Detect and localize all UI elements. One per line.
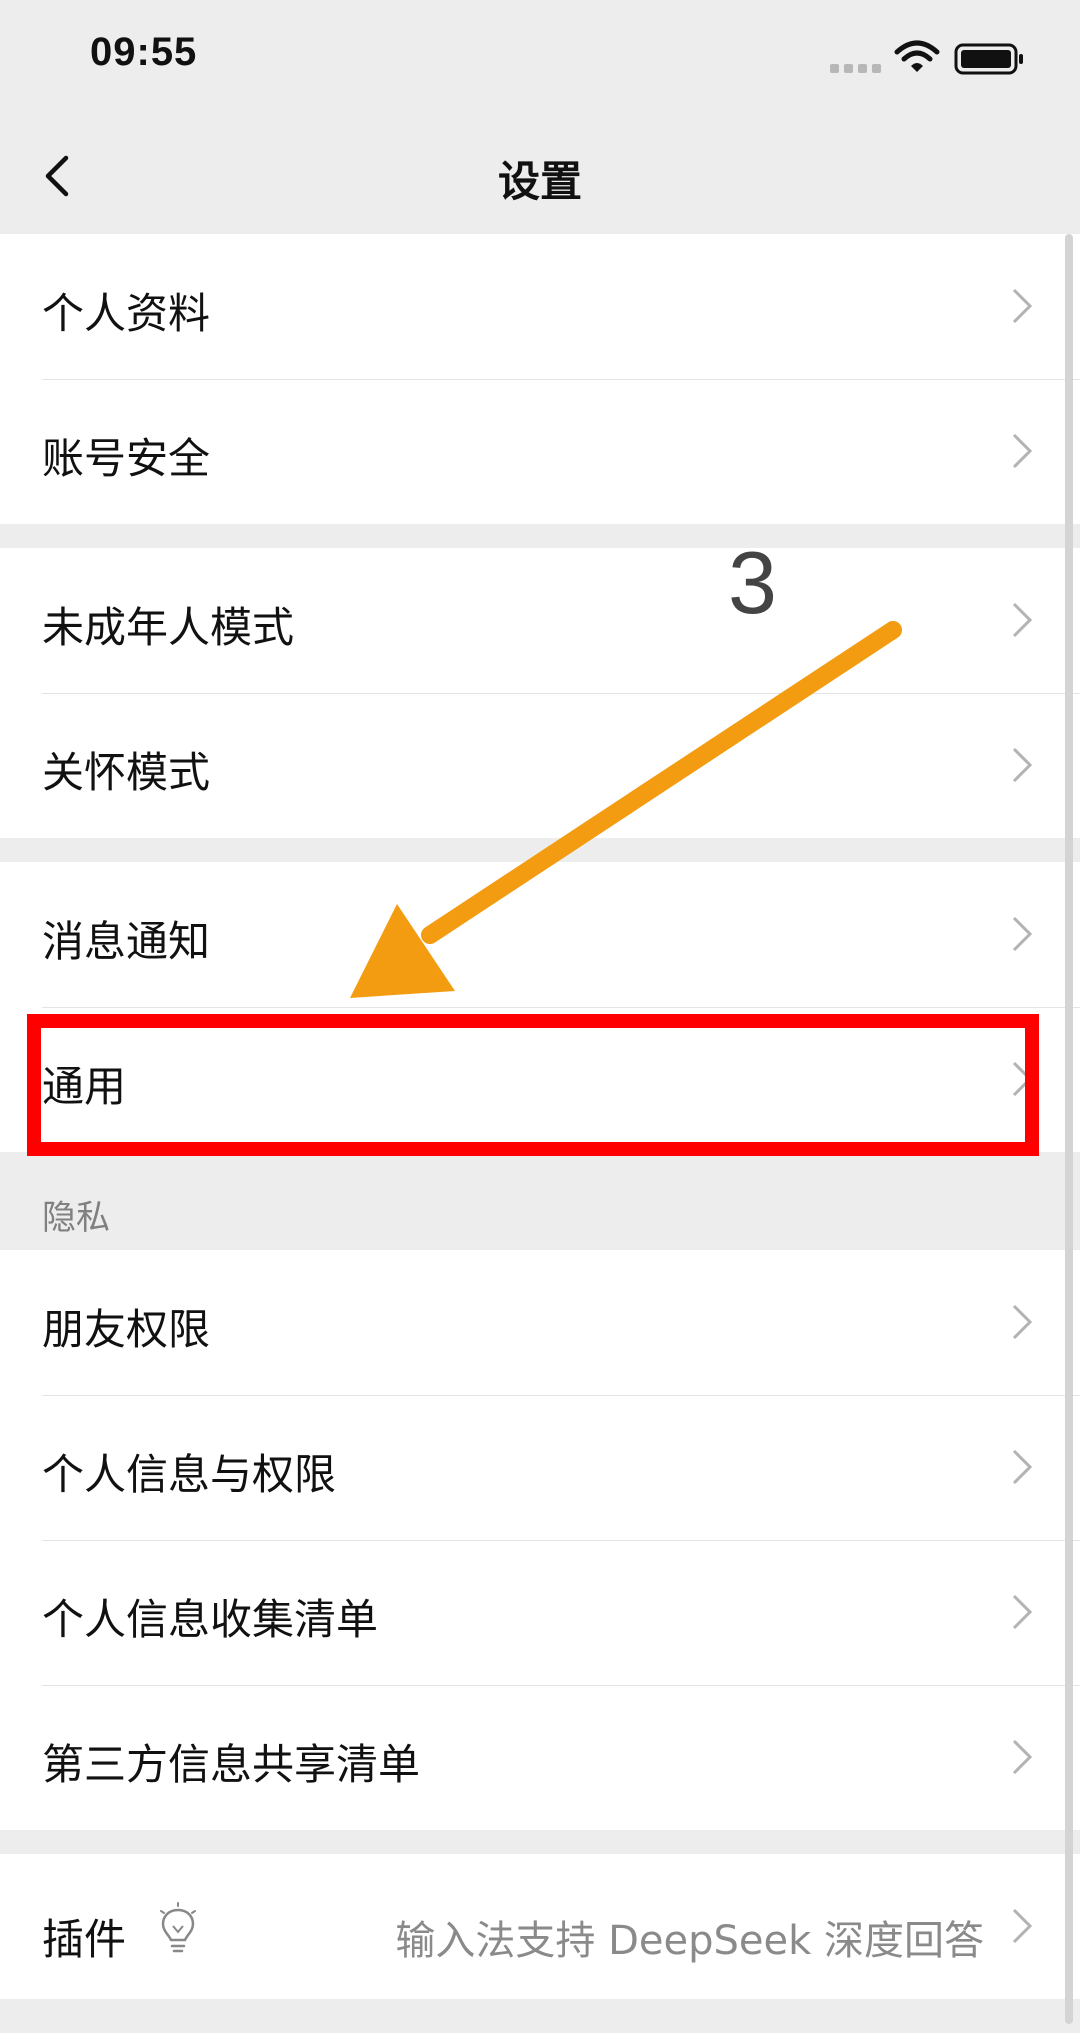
settings-item-third-party-sharing-list[interactable]: 第三方信息共享清单 [0, 1685, 1080, 1830]
battery-icon [954, 43, 1023, 75]
annotation-step-number: 3 [728, 533, 777, 632]
scrollbar[interactable] [1065, 234, 1073, 2024]
chevron-right-icon [1012, 1449, 1033, 1485]
settings-item-label: 账号安全 [42, 434, 211, 483]
settings-item-label: 个人信息与权限 [42, 1450, 337, 1499]
settings-item-label: 个人资料 [42, 289, 211, 338]
chevron-right-icon [1012, 1304, 1033, 1340]
group-notifications: 消息通知 通用 [0, 862, 1080, 1152]
chevron-right-icon [1012, 433, 1033, 469]
settings-item-personal-info-permissions[interactable]: 个人信息与权限 [0, 1395, 1080, 1540]
chevron-right-icon [1012, 916, 1033, 952]
settings-list: 个人资料 账号安全 未成年人模式 关怀模式 消息通知 通用 隐私 朋友权限 个人… [0, 234, 1080, 1999]
settings-item-label: 朋友权限 [42, 1305, 211, 1354]
lightbulb-icon [160, 1902, 196, 1953]
settings-item-plugins[interactable]: 插件 输入法支持 DeepSeek 深度回答 [0, 1854, 1080, 1999]
plugin-value: 输入法支持 DeepSeek 深度回答 [395, 1918, 984, 1964]
chevron-right-icon [1012, 1594, 1033, 1630]
settings-item-label: 消息通知 [42, 917, 211, 966]
chevron-right-icon [1012, 1739, 1033, 1775]
signal-dots-icon [830, 64, 882, 74]
settings-item-info-collection-list[interactable]: 个人信息收集清单 [0, 1540, 1080, 1685]
section-title: 隐私 [42, 1198, 110, 1238]
group-plugins: 插件 输入法支持 DeepSeek 深度回答 [0, 1854, 1080, 1999]
chevron-right-icon [1012, 288, 1033, 324]
wifi-icon [894, 40, 940, 72]
nav-bar: 设置 [0, 118, 1080, 234]
chevron-right-icon [1012, 1061, 1033, 1097]
settings-item-friend-permissions[interactable]: 朋友权限 [0, 1250, 1080, 1395]
status-time: 09:55 [90, 30, 198, 74]
settings-item-label: 第三方信息共享清单 [42, 1740, 421, 1789]
settings-item-label: 通用 [42, 1062, 127, 1111]
settings-item-profile[interactable]: 个人资料 [0, 234, 1080, 379]
settings-item-label: 关怀模式 [42, 748, 211, 797]
status-bar: 09:55 [0, 0, 1080, 118]
page-title: 设置 [497, 157, 582, 206]
settings-item-care-mode[interactable]: 关怀模式 [0, 693, 1080, 838]
settings-item-label: 个人信息收集清单 [42, 1595, 379, 1644]
group-privacy: 朋友权限 个人信息与权限 个人信息收集清单 第三方信息共享清单 [0, 1250, 1080, 1830]
settings-item-minor-mode[interactable]: 未成年人模式 [0, 548, 1080, 693]
group-modes: 未成年人模式 关怀模式 [0, 548, 1080, 838]
settings-item-account-security[interactable]: 账号安全 [0, 379, 1080, 524]
settings-item-label: 插件 [42, 1915, 127, 1964]
chevron-right-icon [1012, 1908, 1033, 1944]
group-profile: 个人资料 账号安全 [0, 234, 1080, 524]
settings-item-notifications[interactable]: 消息通知 [0, 862, 1080, 1007]
chevron-right-icon [1012, 747, 1033, 783]
section-header-privacy: 隐私 [0, 1152, 1080, 1250]
chevron-right-icon [1012, 602, 1033, 638]
settings-item-general[interactable]: 通用 [0, 1007, 1080, 1152]
settings-item-label: 未成年人模式 [42, 603, 295, 652]
